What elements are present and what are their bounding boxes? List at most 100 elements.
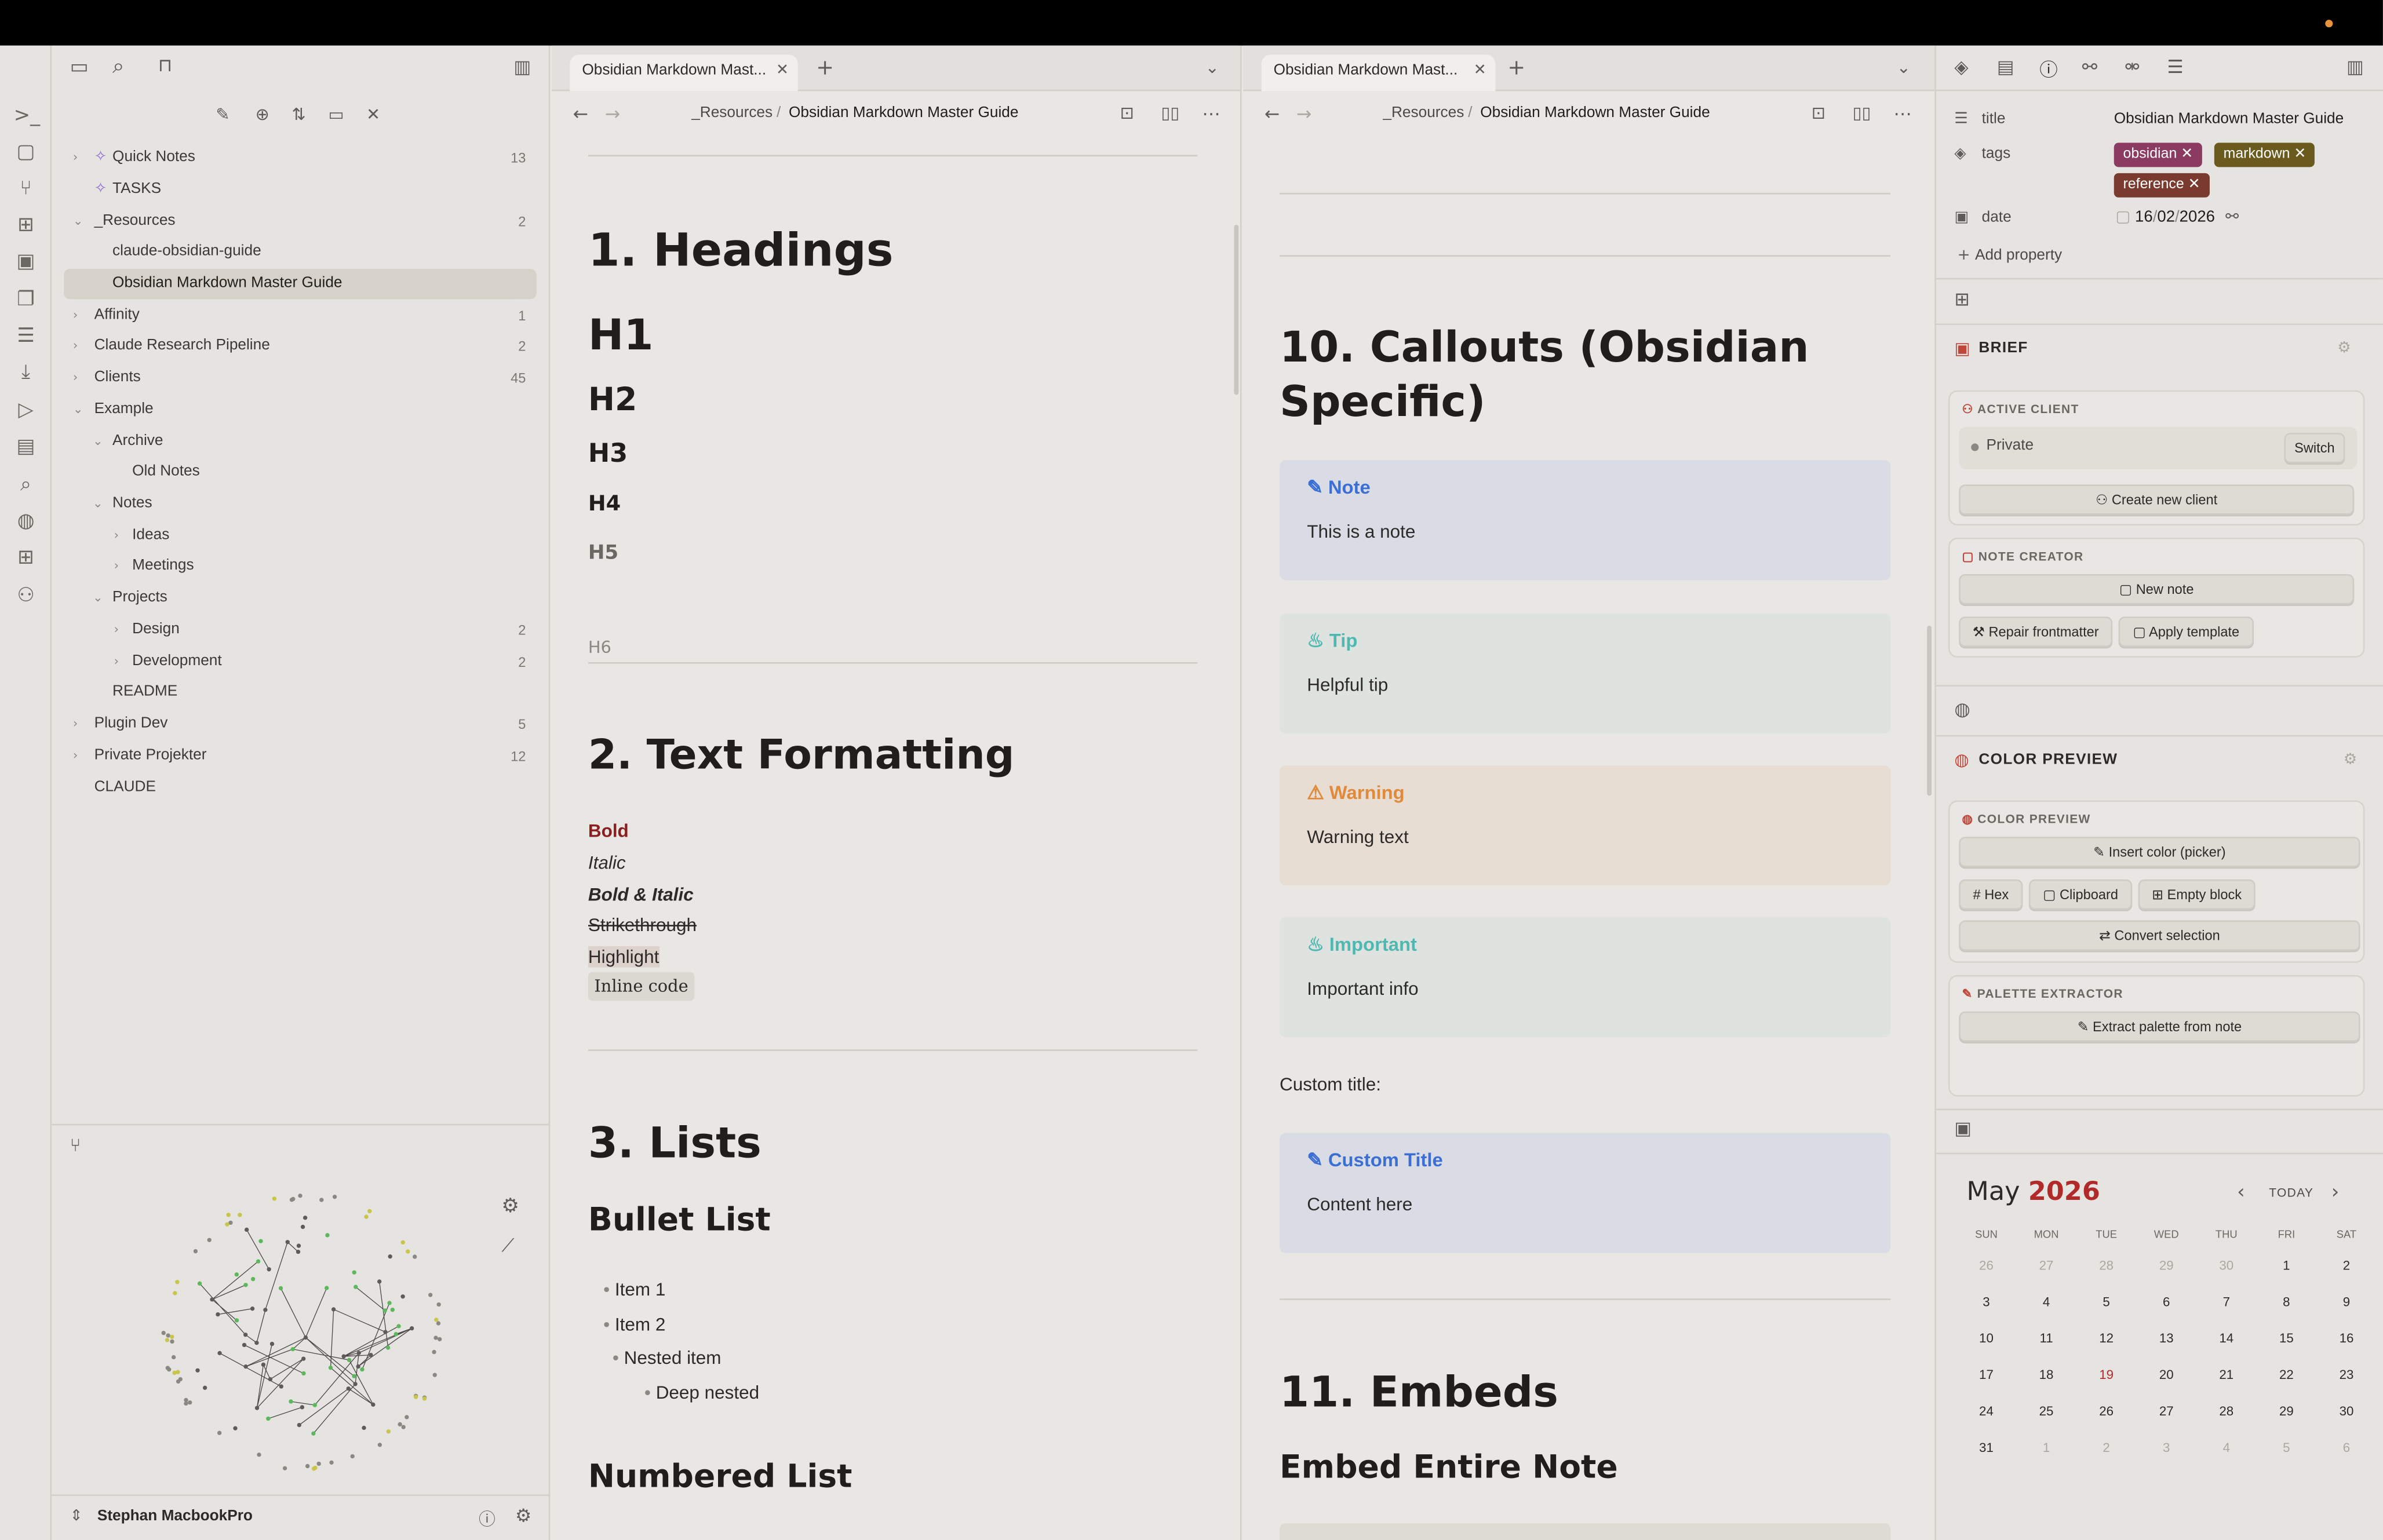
graph-node[interactable] (207, 1238, 212, 1242)
help-icon[interactable]: ⓘ (479, 1506, 495, 1531)
graph-node[interactable] (296, 1249, 301, 1254)
breadcrumb-parent[interactable]: _Resources (1383, 91, 1464, 137)
vault-name[interactable]: Stephan MacbookPro (97, 1508, 253, 1525)
bookmark-icon[interactable]: ⊓ (158, 54, 173, 76)
graph-node[interactable] (316, 1461, 321, 1466)
tree-item-old-notes[interactable]: Old Notes (64, 457, 526, 487)
calendar-check-icon[interactable]: ▣ (1954, 1118, 1972, 1139)
more-options-icon[interactable]: ⋯ (1202, 91, 1220, 137)
calendar-day[interactable]: 4 (2203, 1440, 2249, 1455)
graph-node[interactable] (332, 1195, 337, 1199)
graph-node[interactable] (388, 1254, 392, 1259)
scrollbar[interactable] (1234, 224, 1239, 395)
graph-node[interactable] (383, 1330, 388, 1334)
graph-node[interactable] (406, 1249, 410, 1254)
outline-icon[interactable]: ☰ (2167, 56, 2184, 78)
graph-icon[interactable]: ⑂ (70, 1134, 81, 1156)
graph-node[interactable] (400, 1240, 405, 1245)
graph-node[interactable] (282, 1466, 287, 1470)
graph-node[interactable] (193, 1249, 198, 1254)
calendar-day[interactable]: 19 (2083, 1367, 2129, 1382)
graph-node[interactable] (356, 1351, 361, 1355)
graph-node[interactable] (369, 1352, 373, 1357)
graph-node[interactable] (272, 1196, 277, 1201)
graph-node[interactable] (301, 1356, 306, 1361)
graph-node[interactable] (346, 1386, 351, 1391)
calendar-day[interactable]: 30 (2324, 1403, 2370, 1418)
graph-node[interactable] (352, 1270, 356, 1275)
close-icon[interactable]: ✕ (776, 54, 789, 88)
graph-node[interactable] (353, 1382, 358, 1386)
graph-node[interactable] (301, 1371, 306, 1376)
graph-node[interactable] (377, 1443, 382, 1447)
graph-node[interactable] (405, 1415, 409, 1419)
graph-node[interactable] (197, 1281, 202, 1286)
graph-node[interactable] (217, 1430, 222, 1435)
search-icon[interactable]: ⌕ (14, 474, 38, 498)
graph-node[interactable] (242, 1342, 247, 1348)
list-icon[interactable]: ☰ (14, 325, 38, 349)
graph-node[interactable] (238, 1213, 242, 1217)
graph-node[interactable] (386, 1429, 391, 1434)
graph-node[interactable] (305, 1464, 310, 1469)
graph-node[interactable] (360, 1367, 365, 1372)
tree-item-readme[interactable]: README (64, 677, 526, 707)
calendar-day[interactable]: 27 (2144, 1403, 2189, 1418)
close-icon[interactable]: ✕ (2181, 146, 2193, 163)
graph-node[interactable] (285, 1240, 290, 1245)
new-note-icon[interactable]: ✎ (216, 105, 229, 125)
today-button[interactable]: TODAY (2269, 1186, 2313, 1200)
calendar-day[interactable]: 22 (2264, 1367, 2309, 1382)
git-fork-icon[interactable]: ⑂ (14, 178, 38, 202)
settings-icon[interactable]: ⚙ (515, 1505, 531, 1527)
graph-node[interactable] (303, 1216, 308, 1220)
graph-node[interactable] (371, 1402, 376, 1407)
tag-icon[interactable]: ◈ (1954, 56, 1968, 78)
graph-node[interactable] (341, 1354, 346, 1359)
calendar-day[interactable]: 5 (2264, 1440, 2309, 1455)
tree-folder-development[interactable]: › Development 2 (64, 647, 526, 677)
chevron-right-icon[interactable]: › (2331, 1181, 2340, 1204)
graph-node[interactable] (409, 1326, 414, 1331)
embed-block[interactable] (1280, 1523, 1891, 1540)
graph-node[interactable] (325, 1233, 330, 1238)
graph-node[interactable] (175, 1280, 180, 1284)
chevron-updown-icon[interactable]: ⇕ (70, 1508, 83, 1525)
calendar-day[interactable]: 18 (2024, 1367, 2069, 1382)
graph-node[interactable] (216, 1312, 220, 1317)
graph-node[interactable] (436, 1321, 441, 1326)
users-icon[interactable]: ⚇ (14, 585, 38, 609)
calendar-day[interactable]: 30 (2203, 1257, 2249, 1272)
graph-node[interactable] (161, 1330, 166, 1335)
graph-node[interactable] (266, 1416, 271, 1421)
graph-node[interactable] (267, 1267, 271, 1272)
tree-item-quick-notes[interactable]: › ✧ Quick Notes 13 (64, 143, 526, 173)
tree-folder-clients[interactable]: › Clients 45 (64, 363, 526, 393)
grid-icon[interactable]: ⊞ (14, 214, 38, 239)
graph-node[interactable] (390, 1308, 395, 1312)
graph-node[interactable] (256, 1259, 261, 1264)
graph-node[interactable] (434, 1318, 439, 1322)
calendar-day[interactable]: 11 (2024, 1330, 2069, 1345)
client-select[interactable]: Private Switch (1959, 426, 2358, 469)
graph-node[interactable] (172, 1370, 177, 1375)
graph-node[interactable] (350, 1454, 355, 1459)
calendar-day[interactable]: 1 (2024, 1440, 2069, 1455)
graph-node[interactable] (297, 1422, 301, 1428)
graph-node[interactable] (436, 1302, 441, 1307)
graph-node[interactable] (289, 1399, 293, 1404)
tree-folder-projects[interactable]: ⌄ Projects (64, 583, 526, 614)
calendar-day[interactable]: 29 (2264, 1403, 2309, 1418)
graph-node[interactable] (329, 1460, 334, 1465)
calendar-day[interactable]: 3 (1963, 1294, 2009, 1309)
repair-frontmatter-button[interactable]: ⚒ Repair frontmatter (1959, 616, 2113, 647)
calendar-day[interactable]: 7 (2203, 1294, 2249, 1309)
apply-template-button[interactable]: ▢ Apply template (2118, 616, 2254, 647)
graph-node[interactable] (226, 1213, 231, 1217)
tree-folder-affinity[interactable]: › Affinity 1 (64, 301, 526, 331)
graph-node[interactable] (202, 1385, 207, 1390)
property-key[interactable]: date (1982, 210, 2012, 227)
graph-node[interactable] (290, 1346, 296, 1352)
graph-node[interactable] (261, 1362, 266, 1367)
graph-node[interactable] (303, 1335, 308, 1340)
